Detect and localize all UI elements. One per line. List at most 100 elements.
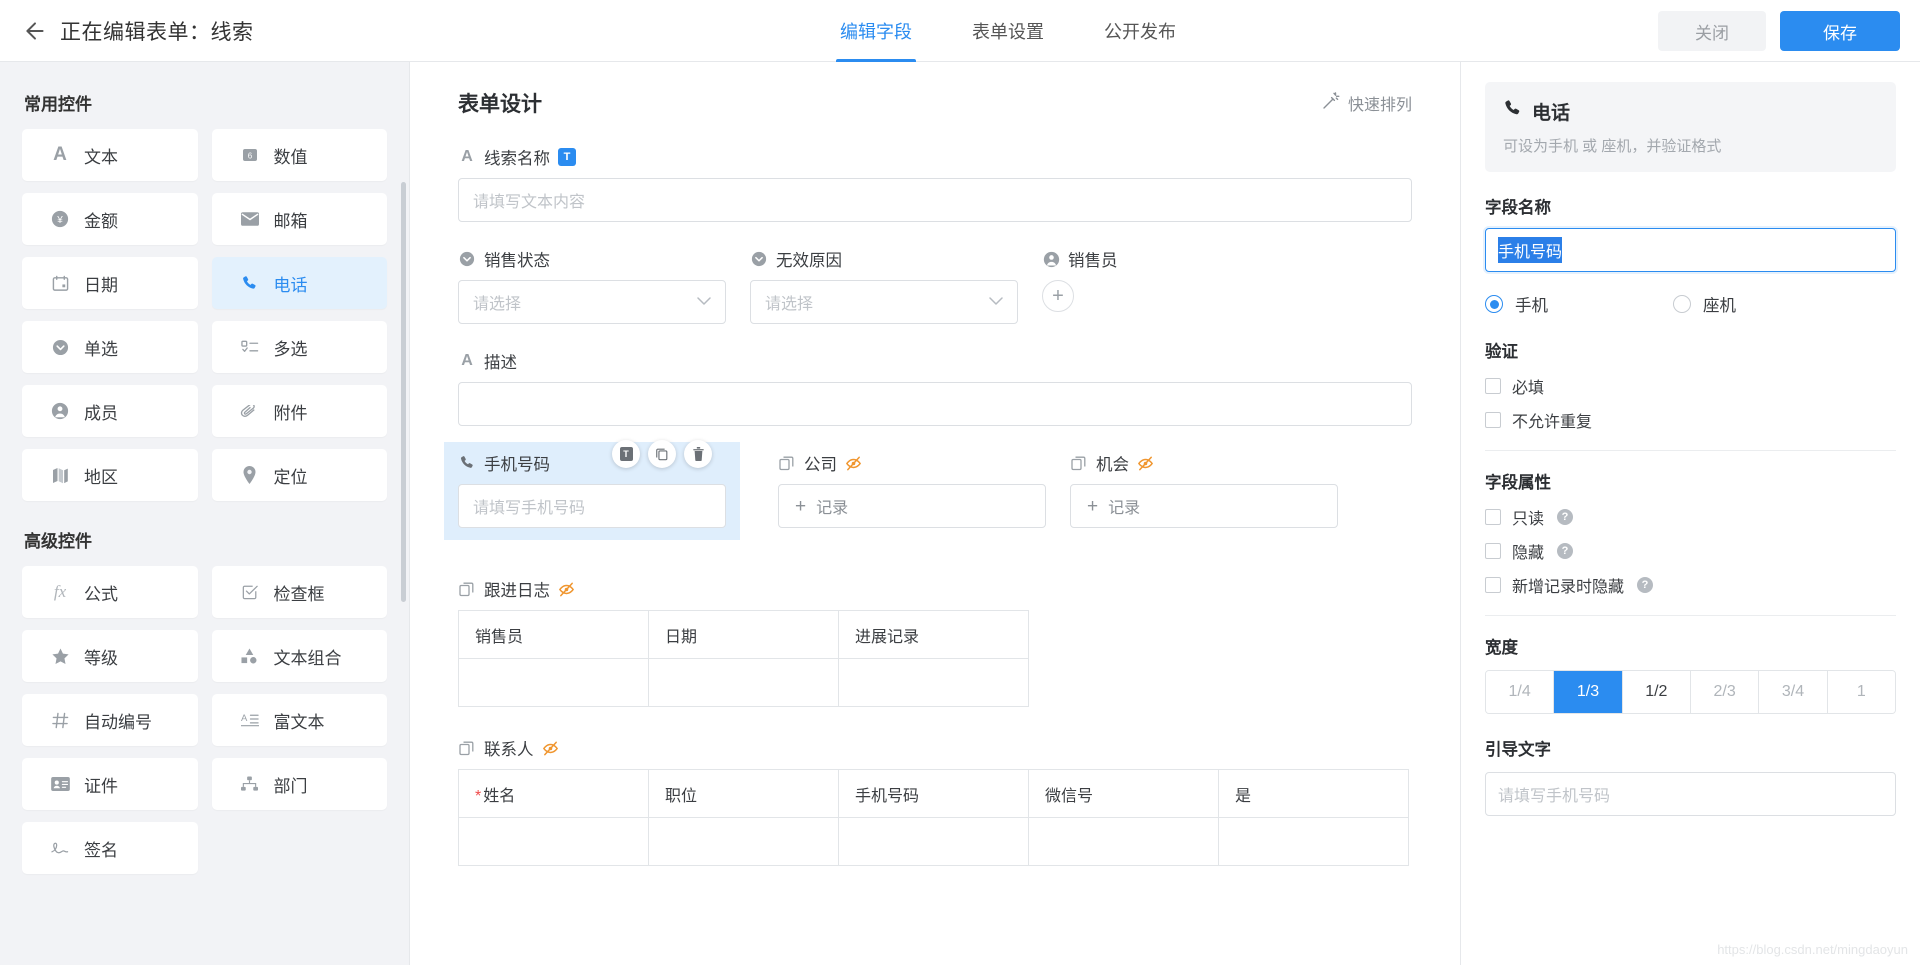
eye-off-icon (558, 581, 575, 598)
table-cell[interactable] (1028, 817, 1219, 866)
palette-item-label: 数值 (273, 147, 308, 167)
help-icon[interactable]: ? (1557, 509, 1574, 525)
radio-option-mobile[interactable]: 手机 (1485, 292, 1673, 316)
checkbox-icon (1485, 577, 1501, 593)
palette-item-id-card[interactable]: 证件 (22, 758, 198, 810)
checkbox-no-duplicate[interactable]: 不允许重复 (1485, 408, 1896, 432)
palette-item-auto-number[interactable]: 自动编号 (22, 694, 198, 746)
checkbox-label: 只读 (1512, 511, 1545, 528)
add-member-button[interactable]: + (1042, 280, 1074, 312)
field-lead-name-input[interactable]: 请填写文本内容 (458, 178, 1412, 222)
width-option-2-3[interactable]: 2/3 (1690, 671, 1760, 713)
table-cell[interactable] (838, 817, 1029, 866)
form-canvas-scroll[interactable]: 表单设计 快速排列 A 线索名称 T 请填写文本内容 销售状态 请选择 无效原因… (410, 62, 1460, 965)
field-label: 销售状态 (484, 252, 550, 270)
table-cell[interactable] (648, 658, 839, 707)
palette-item-signature[interactable]: 签名 (22, 822, 198, 874)
palette-item-location[interactable]: 定位 (211, 449, 387, 501)
column-header: 微信号 (1028, 769, 1219, 818)
main-body: 常用控件 A 文本 6 数值 ¥ 金额 邮箱 日期 电话 单选 多选 成员 附件… (0, 62, 1920, 965)
table-row[interactable] (458, 658, 1029, 707)
palette-item-label: 电话 (273, 275, 308, 295)
palette-item-label: 单选 (84, 339, 118, 359)
width-segmented-control: 1/4 1/3 1/2 2/3 3/4 1 (1485, 670, 1896, 714)
text-tool-icon[interactable]: T (612, 440, 640, 468)
palette-item-rich-text[interactable]: A 富文本 (211, 694, 387, 746)
tab-edit-fields[interactable]: 编辑字段 (810, 0, 942, 62)
palette-item-label: 签名 (84, 840, 118, 860)
palette-item-member[interactable]: 成员 (22, 385, 198, 437)
palette-item-formula[interactable]: fx 公式 (22, 566, 198, 618)
back-arrow-icon[interactable] (18, 14, 52, 48)
checkbox-hidden-on-create[interactable]: 新增记录时隐藏 ? (1485, 573, 1896, 597)
close-button[interactable]: 关闭 (1658, 11, 1766, 51)
phone-icon (238, 275, 262, 292)
quick-arrange-button[interactable]: 快速排列 (1322, 91, 1412, 115)
checkbox-required[interactable]: 必填 (1485, 374, 1896, 398)
palette-item-single-select[interactable]: 单选 (22, 321, 198, 373)
location-pin-icon (238, 466, 262, 484)
width-option-1-2[interactable]: 1/2 (1622, 671, 1691, 713)
svg-text:A: A (241, 713, 248, 724)
width-option-1-3[interactable]: 1/3 (1554, 671, 1623, 713)
table-cell[interactable] (648, 817, 839, 866)
field-opportunity-add-record[interactable]: + 记录 (1070, 484, 1338, 528)
table-row[interactable] (458, 817, 1409, 866)
field-phone-selected[interactable]: T 手机号码 请填写手机号码 (444, 440, 740, 540)
palette-item-attachment[interactable]: 附件 (211, 385, 387, 437)
radio-option-landline[interactable]: 座机 (1673, 292, 1861, 316)
field-description-label-row: A 描述 (458, 350, 1412, 372)
palette-item-text[interactable]: A 文本 (22, 129, 198, 181)
field-phone-input[interactable]: 请填写手机号码 (458, 484, 726, 528)
palette-item-label: 富文本 (273, 712, 325, 732)
palette-item-rating[interactable]: 等级 (22, 630, 198, 682)
palette-item-text-combo[interactable]: 文本组合 (211, 630, 387, 682)
save-button[interactable]: 保存 (1780, 11, 1900, 51)
palette-item-label: 文本 (84, 147, 118, 167)
table-cell[interactable] (458, 817, 649, 866)
width-option-1[interactable]: 1 (1827, 671, 1895, 713)
delete-tool-icon[interactable] (684, 440, 712, 468)
palette-item-phone[interactable]: 电话 (211, 257, 387, 309)
palette-item-amount[interactable]: ¥ 金额 (22, 193, 198, 245)
tab-publish[interactable]: 公开发布 (1074, 0, 1206, 62)
radio-icon-selected (1485, 295, 1503, 313)
tab-form-settings[interactable]: 表单设置 (942, 0, 1074, 62)
palette-scrollbar[interactable] (401, 182, 406, 602)
fx-icon: fx (53, 582, 67, 601)
palette-item-checkbox[interactable]: 检查框 (211, 566, 387, 618)
widget-palette: 常用控件 A 文本 6 数值 ¥ 金额 邮箱 日期 电话 单选 多选 成员 附件… (0, 62, 410, 965)
field-sales-status-select[interactable]: 请选择 (458, 280, 726, 324)
palette-item-date[interactable]: 日期 (22, 257, 198, 309)
table-cell[interactable] (1218, 817, 1409, 866)
envelope-icon (238, 212, 262, 226)
palette-item-department[interactable]: 部门 (211, 758, 387, 810)
field-company-add-record[interactable]: + 记录 (778, 484, 1046, 528)
copy-tool-icon[interactable] (648, 440, 676, 468)
letter-a-icon: A (53, 144, 67, 165)
column-header: 手机号码 (838, 769, 1029, 818)
field-description-input[interactable] (458, 382, 1412, 426)
help-icon[interactable]: ? (1557, 543, 1574, 559)
palette-item-region[interactable]: 地区 (22, 449, 198, 501)
palette-item-email[interactable]: 邮箱 (211, 193, 387, 245)
contact-table[interactable]: * 姓名 职位 手机号码 微信号 是 (458, 769, 1409, 866)
column-header: 是 (1218, 769, 1409, 818)
palette-item-multi-select[interactable]: 多选 (211, 321, 387, 373)
width-option-3-4[interactable]: 3/4 (1759, 671, 1828, 713)
follow-log-table[interactable]: 销售员 日期 进展记录 (458, 610, 1029, 707)
checkbox-hidden[interactable]: 隐藏 ? (1485, 539, 1896, 563)
table-cell[interactable] (838, 658, 1029, 707)
checkbox-readonly[interactable]: 只读 ? (1485, 505, 1896, 529)
eye-off-icon (845, 455, 862, 472)
help-icon[interactable]: ? (1637, 577, 1654, 593)
palette-item-number[interactable]: 6 数值 (211, 129, 387, 181)
field-invalid-reason-select[interactable]: 请选择 (750, 280, 1018, 324)
guide-text-input[interactable]: 请填写手机号码 (1485, 772, 1896, 816)
shapes-icon (238, 648, 262, 664)
field-label: 无效原因 (776, 252, 842, 270)
width-option-1-4[interactable]: 1/4 (1486, 671, 1555, 713)
field-name-input[interactable]: 手机号码 (1485, 228, 1896, 272)
table-cell[interactable] (458, 658, 649, 707)
letter-a-icon: A (461, 352, 473, 369)
